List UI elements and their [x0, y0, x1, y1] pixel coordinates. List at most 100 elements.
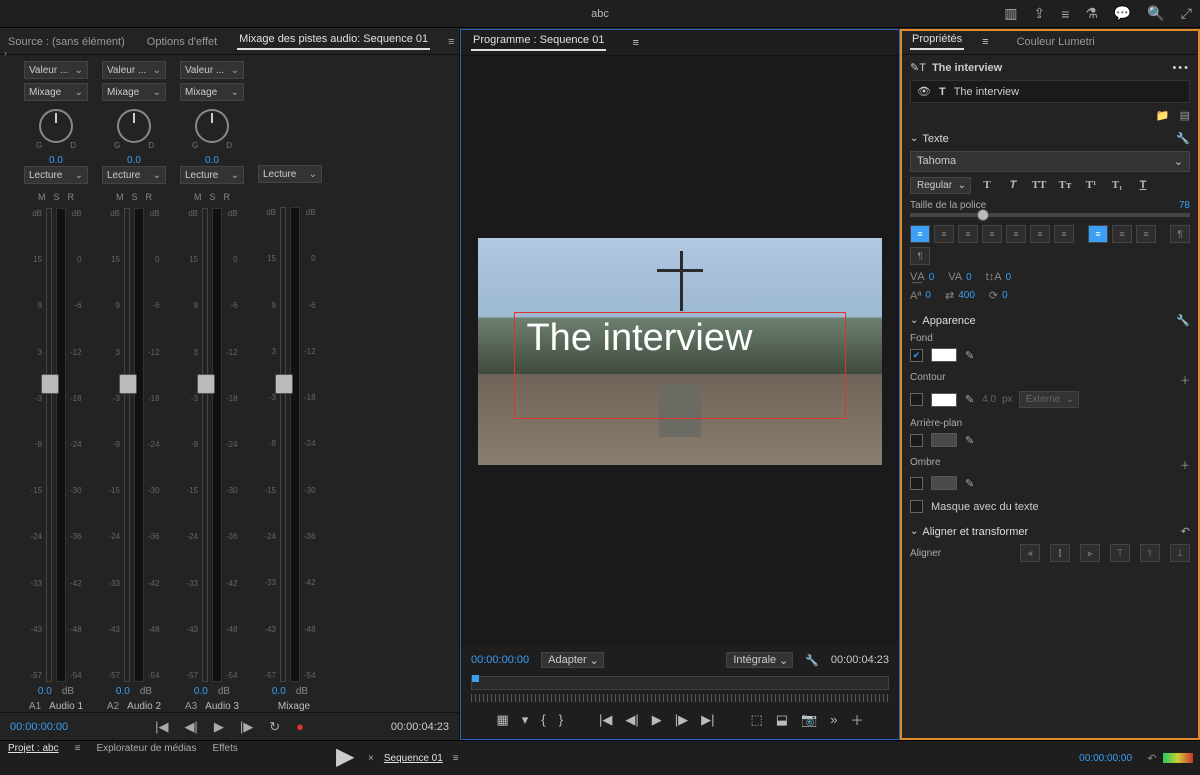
step-fwd-icon[interactable]: |▶ [240, 719, 253, 735]
eyedropper-icon[interactable]: ✎ [965, 434, 974, 447]
valign-mid-button[interactable]: ≡ [1112, 225, 1132, 243]
close-seq-icon[interactable]: × [368, 753, 374, 764]
play-dropdown[interactable]: Lecture [102, 166, 166, 184]
pan-knob[interactable] [117, 109, 151, 143]
align-justify-last-left[interactable]: ≡ [1006, 225, 1026, 243]
align-top-icon[interactable]: ⟙ [1110, 544, 1130, 562]
tab-source[interactable]: Source : (sans élément) [6, 36, 127, 48]
tracking-value[interactable]: 0 [929, 272, 935, 283]
new-layer-icon[interactable]: ▤ [1180, 109, 1190, 122]
valign-bot-button[interactable]: ≡ [1136, 225, 1156, 243]
play-dropdown[interactable]: Lecture [258, 165, 322, 183]
tab-lumetri[interactable]: Couleur Lumetri [1015, 36, 1097, 48]
flask-icon[interactable]: ⚗ [1085, 5, 1098, 22]
workspace-icon[interactable]: ▥ [1004, 5, 1017, 22]
mask-text-checkbox[interactable] [910, 500, 923, 513]
stroke-checkbox[interactable] [910, 393, 923, 406]
align-hcenter-icon[interactable]: ⫿ [1050, 544, 1070, 562]
leading-value[interactable]: 0 [1006, 272, 1012, 283]
chat-icon[interactable]: 💬 [1114, 5, 1131, 22]
tab-effects[interactable]: Effets [213, 743, 238, 754]
tab-effect-options[interactable]: Options d'effet [145, 36, 219, 48]
tab-project[interactable]: Projet : abc [8, 743, 59, 754]
program-tc-in[interactable]: 00:00:00:00 [471, 654, 529, 666]
tab-program[interactable]: Programme : Sequence 01 [471, 34, 606, 51]
record-icon[interactable]: ● [296, 719, 304, 734]
settings-icon[interactable]: 🔧 [805, 654, 819, 667]
panel-menu-icon[interactable]: ≡ [632, 37, 638, 49]
more-menu-icon[interactable]: ••• [1172, 62, 1190, 74]
fullscreen-icon[interactable]: ⤢ [1181, 5, 1192, 22]
pan-knob[interactable] [195, 109, 229, 143]
tab-media-browser[interactable]: Explorateur de médias [96, 743, 196, 754]
expand-chevron[interactable]: › [4, 48, 7, 58]
shadow-checkbox[interactable] [910, 477, 923, 490]
param-dropdown[interactable]: Valeur ... [180, 61, 244, 79]
step-back-icon[interactable]: ◀| [184, 719, 197, 735]
text-layer-row[interactable]: 👁 T The interview [910, 80, 1190, 103]
goto-in-icon[interactable]: |◀ [599, 712, 612, 728]
play-cursor-icon[interactable]: ▶ [336, 742, 354, 771]
wrench-icon[interactable]: 🔧 [1176, 132, 1190, 145]
panel-menu-icon[interactable]: ≡ [982, 36, 988, 48]
section-align-header[interactable]: Aligner et transformer ↶ [910, 525, 1190, 538]
align-left-button[interactable]: ≡ [910, 225, 930, 243]
solo-button[interactable]: S [53, 192, 59, 202]
bg-checkbox[interactable] [910, 434, 923, 447]
loop-icon[interactable]: ↻ [269, 719, 280, 735]
smallcaps-button[interactable]: Tᴛ [1055, 176, 1075, 194]
rtl-button[interactable]: ¶ [910, 247, 930, 265]
align-left-icon[interactable]: ⫷ [1020, 544, 1040, 562]
fx-dropdown[interactable]: Mixage [102, 83, 166, 101]
rotation-value[interactable]: 0 [1002, 290, 1008, 301]
export-frame-icon[interactable]: 📷 [801, 712, 817, 728]
marker-icon[interactable]: ▾ [522, 712, 529, 728]
fader[interactable] [202, 208, 208, 682]
mute-button[interactable]: M [38, 192, 46, 202]
scrub-bar[interactable] [471, 694, 889, 702]
panel-menu-icon[interactable]: ≡ [448, 36, 454, 48]
add-shadow-icon[interactable]: ＋ [1180, 457, 1190, 472]
valign-top-button[interactable]: ≡ [1088, 225, 1108, 243]
tsume-value[interactable]: 400 [958, 290, 975, 301]
marker-add-icon[interactable]: ▦ [496, 712, 508, 728]
superscript-button[interactable]: T¹ [1081, 176, 1101, 194]
share-icon[interactable]: ⇪ [1033, 5, 1045, 22]
align-vcenter-icon[interactable]: ⫯ [1140, 544, 1160, 562]
fill-color-swatch[interactable] [931, 348, 957, 362]
step-fwd-icon[interactable]: |▶ [675, 712, 688, 728]
in-icon[interactable]: { [541, 712, 545, 727]
font-size-value[interactable]: 78 [1179, 200, 1190, 211]
program-timeline[interactable] [471, 676, 889, 690]
tab-audio-mixer[interactable]: Mixage des pistes audio: Sequence 01 [237, 33, 430, 50]
goto-out-icon[interactable]: ▶| [701, 712, 714, 728]
new-folder-icon[interactable]: 📁 [1156, 109, 1170, 122]
fader[interactable] [124, 208, 130, 682]
add-stroke-icon[interactable]: ＋ [1180, 372, 1190, 387]
bold-button[interactable]: T [977, 176, 997, 194]
align-justify-button[interactable]: ≡ [982, 225, 1002, 243]
visibility-icon[interactable]: 👁 [917, 85, 931, 98]
baseline-value[interactable]: 0 [925, 290, 931, 301]
panel-menu-icon[interactable]: ≡ [75, 743, 81, 754]
more-icon[interactable]: » [830, 712, 837, 727]
align-justify-last-right[interactable]: ≡ [1054, 225, 1074, 243]
fx-dropdown[interactable]: Mixage [24, 83, 88, 101]
ltr-button[interactable]: ¶ [1170, 225, 1190, 243]
timeline-tc[interactable]: 00:00:00:00 [1079, 753, 1132, 764]
lift-icon[interactable]: ⬚ [750, 712, 762, 728]
play-dropdown[interactable]: Lecture [24, 166, 88, 184]
zoom-fit-dropdown[interactable]: Adapter [541, 652, 604, 668]
pan-knob[interactable] [39, 109, 73, 143]
wrench-icon[interactable]: 🔧 [1176, 314, 1190, 327]
align-bottom-icon[interactable]: ⟘ [1170, 544, 1190, 562]
undo-icon[interactable]: ↶ [1147, 752, 1156, 765]
tab-sequence[interactable]: Sequence 01 [384, 753, 443, 764]
align-right-button[interactable]: ≡ [958, 225, 978, 243]
bars-icon[interactable]: ≡ [1061, 6, 1069, 22]
fader[interactable] [46, 208, 52, 682]
eyedropper-icon[interactable]: ✎ [965, 349, 974, 362]
align-justify-last-center[interactable]: ≡ [1030, 225, 1050, 243]
extract-icon[interactable]: ⬓ [776, 712, 788, 728]
video-preview[interactable]: The interview [478, 238, 882, 465]
